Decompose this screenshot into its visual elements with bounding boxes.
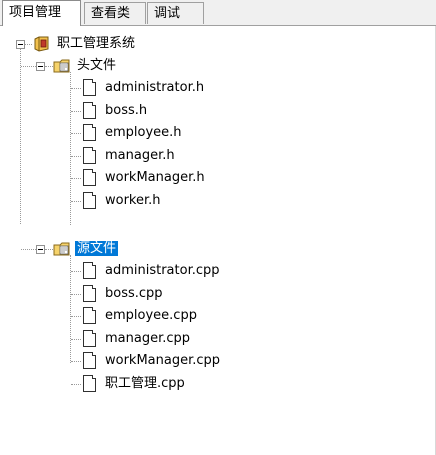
tree-node-file[interactable]: 职工管理.cpp xyxy=(82,374,187,394)
tab-debug[interactable]: 调试 xyxy=(147,2,204,24)
file-icon xyxy=(83,285,96,302)
tree-node-label: manager.h xyxy=(105,148,175,163)
tree-line xyxy=(71,156,81,157)
tree-node-file[interactable]: manager.h xyxy=(82,146,177,166)
tree-line xyxy=(71,133,81,134)
collapse-toggle-sources[interactable] xyxy=(36,245,45,254)
folder-icon xyxy=(53,242,70,256)
tree-line xyxy=(20,49,21,224)
file-icon xyxy=(83,352,96,369)
tree-node-file[interactable]: administrator.cpp xyxy=(82,261,222,281)
tree-node-label: boss.h xyxy=(105,103,148,118)
file-icon xyxy=(83,375,96,392)
file-icon xyxy=(83,330,96,347)
tree-line xyxy=(71,294,81,295)
tree-node-label: administrator.cpp xyxy=(105,263,220,278)
tree-line xyxy=(71,111,81,112)
tree-node-file[interactable]: worker.h xyxy=(82,191,163,211)
tree-node-file[interactable]: employee.h xyxy=(82,123,184,143)
tree-node-headers[interactable]: 头文件 xyxy=(53,56,118,76)
tree-node-label: employee.cpp xyxy=(105,308,197,323)
tree-node-file[interactable]: boss.cpp xyxy=(82,284,165,304)
tree-line xyxy=(71,88,81,89)
tree-line xyxy=(45,66,53,67)
tree-node-label: boss.cpp xyxy=(105,286,163,301)
file-icon xyxy=(83,79,96,96)
tree-node-label: administrator.h xyxy=(105,80,205,95)
tree-node-label: worker.h xyxy=(105,193,161,208)
tree-node-label: employee.h xyxy=(105,125,182,140)
tree-node-file[interactable]: boss.h xyxy=(82,101,149,121)
tree-line xyxy=(25,44,32,45)
file-icon xyxy=(83,307,96,324)
file-icon xyxy=(83,147,96,164)
tree-node-project[interactable]: 职工管理系统 xyxy=(33,34,137,54)
tree-line xyxy=(71,178,81,179)
tree-line xyxy=(70,72,71,225)
tab-project-management[interactable]: 项目管理 xyxy=(2,0,81,26)
tree-node-file[interactable]: manager.cpp xyxy=(82,329,192,349)
tree-node-label: 职工管理系统 xyxy=(57,36,136,51)
tab-bar: 项目管理 查看类 调试 xyxy=(0,0,436,26)
tree-line xyxy=(71,201,81,202)
project-icon xyxy=(34,36,49,52)
tree-line xyxy=(71,339,81,340)
project-tree[interactable]: 职工管理系统 头文件 administrator.h boss.h employee… xyxy=(0,26,436,455)
file-icon xyxy=(83,192,96,209)
tree-line xyxy=(45,249,53,250)
tree-node-sources[interactable]: 源文件 xyxy=(53,239,119,259)
tree-node-file[interactable]: administrator.h xyxy=(82,78,206,98)
tree-node-label: 源文件 xyxy=(75,241,119,256)
tree-node-label: 职工管理.cpp xyxy=(105,376,185,391)
tree-node-file[interactable]: workManager.cpp xyxy=(82,351,222,371)
collapse-toggle-headers[interactable] xyxy=(36,62,45,71)
folder-icon xyxy=(53,59,70,73)
tree-line xyxy=(21,66,36,67)
tree-line xyxy=(21,249,36,250)
tree-node-file[interactable]: workManager.h xyxy=(82,168,207,188)
file-icon xyxy=(83,102,96,119)
tree-node-label: workManager.h xyxy=(105,170,205,185)
file-icon xyxy=(83,169,96,186)
tree-node-label: 头文件 xyxy=(77,58,117,73)
tree-line xyxy=(71,271,81,272)
tree-line xyxy=(71,384,81,385)
tree-line xyxy=(71,361,81,362)
tree-node-label: workManager.cpp xyxy=(105,353,221,368)
file-icon xyxy=(83,262,96,279)
tree-node-file[interactable]: employee.cpp xyxy=(82,306,199,326)
tree-line xyxy=(71,316,81,317)
tab-class-view[interactable]: 查看类 xyxy=(84,2,146,24)
tree-node-label: manager.cpp xyxy=(105,331,191,346)
file-icon xyxy=(83,124,96,141)
collapse-toggle-project[interactable] xyxy=(16,40,25,49)
